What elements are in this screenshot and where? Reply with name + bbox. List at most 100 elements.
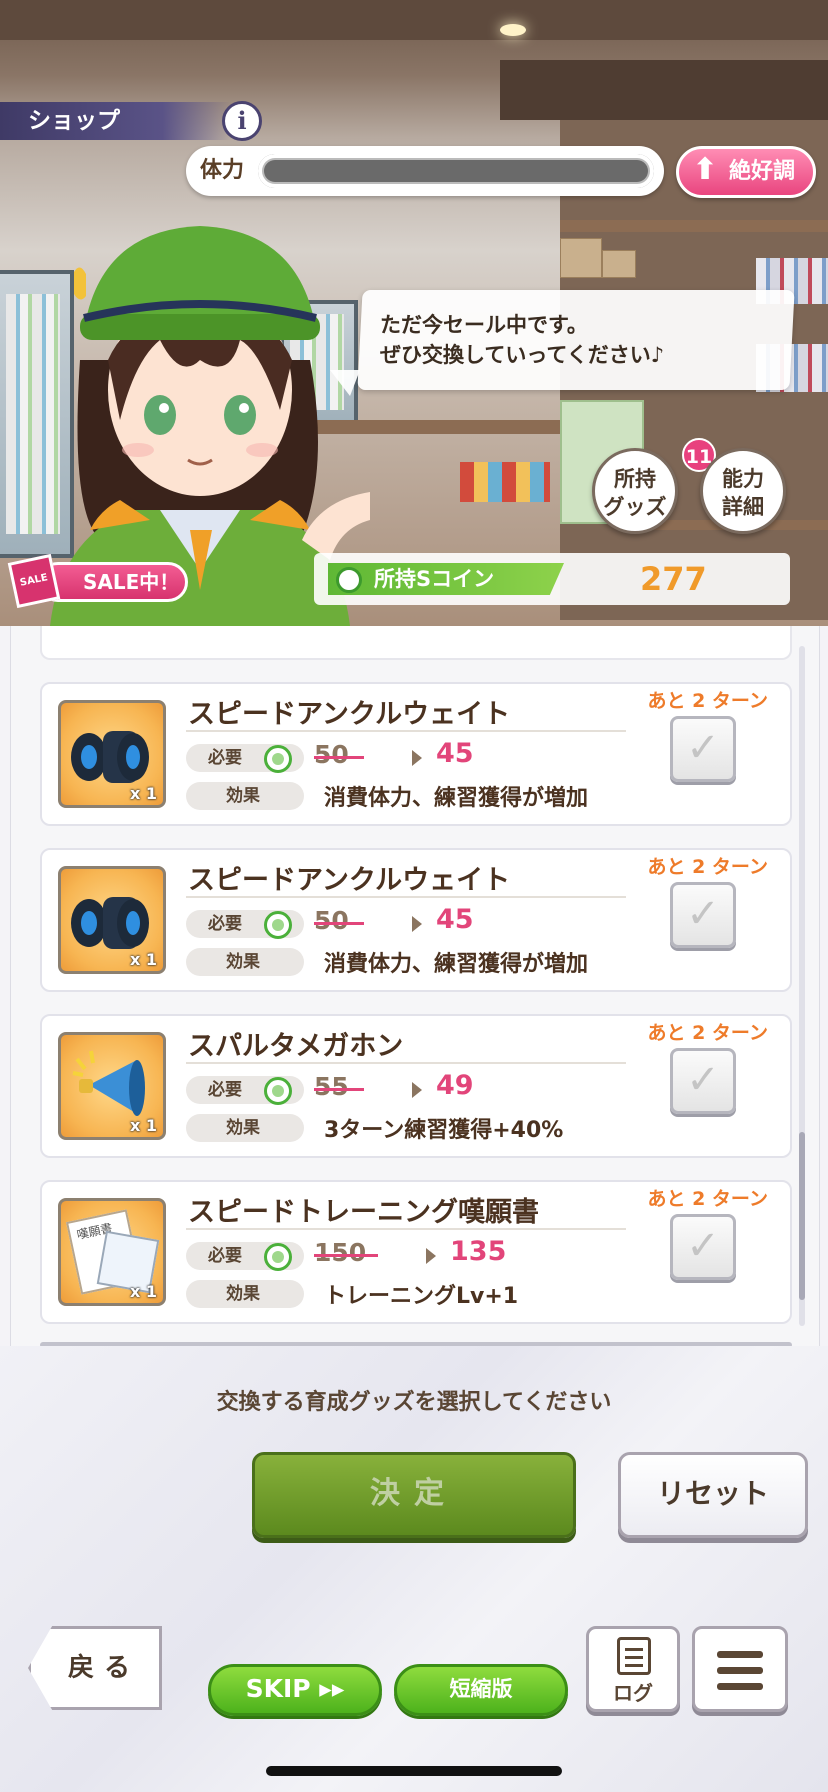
select-checkbox[interactable]: ✓ bbox=[670, 882, 736, 948]
mood-label: 絶好調 bbox=[729, 159, 796, 184]
item-effect: 3ターン練習獲得+40% bbox=[324, 1118, 564, 1143]
skip-button[interactable]: SKIP ▸▸ bbox=[208, 1664, 382, 1716]
remaining-turns: あと 2 ターン bbox=[647, 1022, 768, 1044]
item-name: スパルタメガホン bbox=[188, 1031, 404, 1062]
remaining-turns: あと 2 ターン bbox=[647, 690, 768, 712]
speech-bubble: ただ今セール中です。 ぜひ交換していってください♪ bbox=[357, 290, 795, 390]
select-checkbox[interactable]: ✓ bbox=[670, 1048, 736, 1114]
ceiling-frame bbox=[500, 60, 828, 120]
coin-balance: 所持Sコイン 277 bbox=[314, 553, 790, 605]
ceiling-beam bbox=[0, 0, 828, 40]
cardboard-box bbox=[602, 250, 636, 278]
short-version-button[interactable]: 短縮版 bbox=[394, 1664, 568, 1716]
divider bbox=[186, 1228, 626, 1230]
reset-button[interactable]: リセット bbox=[618, 1452, 808, 1538]
item-effect: 消費体力、練習獲得が増加 bbox=[324, 952, 589, 977]
back-button[interactable]: 戻る bbox=[28, 1626, 162, 1710]
owned-goods-button[interactable]: 所持 グッズ bbox=[592, 448, 678, 534]
remaining-turns: あと 2 ターン bbox=[647, 856, 768, 878]
arrow-right-icon bbox=[412, 1082, 422, 1098]
select-checkbox[interactable]: ✓ bbox=[670, 1214, 736, 1280]
shelf bbox=[560, 220, 828, 232]
scrollbar-thumb[interactable] bbox=[799, 1132, 805, 1300]
confirm-button[interactable]: 決定 bbox=[252, 1452, 576, 1538]
stamina-label: 体力 bbox=[200, 158, 245, 183]
stamina-gauge: 体力 bbox=[186, 146, 664, 196]
arrow-right-icon bbox=[412, 750, 422, 766]
coin-icon bbox=[264, 911, 292, 939]
check-icon: ✓ bbox=[686, 1057, 720, 1103]
price-strikethrough bbox=[314, 756, 364, 759]
ankle-weight-icon bbox=[71, 731, 149, 783]
sale-flag-icon: SALE bbox=[7, 553, 61, 609]
original-price: 50 bbox=[314, 740, 349, 769]
effect-label: 効果 bbox=[186, 782, 304, 810]
arrow-up-icon: ⬆ bbox=[692, 152, 718, 187]
list-item[interactable]: x 1 スパルタメガホン 必要 55 49 効果 3ターン練習獲得+40% あと… bbox=[40, 1014, 792, 1158]
divider bbox=[186, 1062, 626, 1064]
sale-price: 45 bbox=[436, 904, 474, 935]
menu-button[interactable] bbox=[692, 1626, 788, 1712]
log-icon bbox=[617, 1637, 651, 1675]
item-quantity: x 1 bbox=[129, 784, 157, 803]
effect-label: 効果 bbox=[186, 948, 304, 976]
price-strikethrough bbox=[314, 922, 364, 925]
item-name: スピードトレーニング嘆願書 bbox=[188, 1197, 539, 1228]
list-item-partial bbox=[40, 626, 792, 660]
list-item[interactable]: 嘆願書 x 1 スピードトレーニング嘆願書 必要 150 135 効果 トレーニ… bbox=[40, 1180, 792, 1324]
effect-label: 効果 bbox=[186, 1280, 304, 1308]
dialogue-text: ただ今セール中です。 ぜひ交換していってください♪ bbox=[380, 313, 665, 367]
item-thumbnail: x 1 bbox=[58, 700, 166, 808]
info-button[interactable]: i bbox=[222, 101, 262, 141]
arrow-right-icon bbox=[426, 1248, 436, 1264]
arrow-right-icon bbox=[412, 916, 422, 932]
check-icon: ✓ bbox=[686, 1223, 720, 1269]
log-label: ログ bbox=[613, 1681, 653, 1705]
item-quantity: x 1 bbox=[129, 1116, 157, 1135]
select-checkbox[interactable]: ✓ bbox=[670, 716, 736, 782]
item-thumbnail: x 1 bbox=[58, 866, 166, 974]
coin-icon bbox=[336, 567, 362, 593]
list-item[interactable]: x 1 スピードアンクルウェイト 必要 50 45 効果 消費体力、練習獲得が増… bbox=[40, 682, 792, 826]
speech-bubble-tail bbox=[330, 370, 360, 396]
item-name: スピードアンクルウェイト bbox=[188, 865, 511, 896]
log-button[interactable]: ログ bbox=[586, 1626, 680, 1712]
cardboard-box bbox=[560, 238, 602, 278]
sale-badge: SALE中！ SALE bbox=[7, 553, 188, 609]
sale-price: 49 bbox=[436, 1070, 474, 1101]
sale-price: 135 bbox=[450, 1236, 507, 1267]
price-strikethrough bbox=[314, 1088, 364, 1091]
back-label: 戻る bbox=[68, 1653, 141, 1683]
menu-icon bbox=[717, 1651, 763, 1658]
home-indicator[interactable] bbox=[266, 1766, 562, 1776]
item-thumbnail: x 1 bbox=[58, 1032, 166, 1140]
check-icon: ✓ bbox=[686, 891, 720, 937]
ceiling-light bbox=[500, 24, 526, 36]
list-item[interactable]: x 1 スピードアンクルウェイト 必要 50 45 効果 消費体力、練習獲得が増… bbox=[40, 848, 792, 992]
shop-scene: ショップ i 体力 ⬆ 絶好調 ただ今セール中です。 ぜひ交換していってください… bbox=[0, 0, 828, 626]
coin-icon bbox=[264, 1077, 292, 1105]
item-effect: 消費体力、練習獲得が増加 bbox=[324, 786, 589, 811]
menu-icon-line bbox=[717, 1683, 763, 1690]
ability-details-button[interactable]: 能力 詳細 bbox=[700, 448, 786, 534]
item-effect: トレーニングLv+1 bbox=[324, 1284, 519, 1309]
item-thumbnail: 嘆願書 x 1 bbox=[58, 1198, 166, 1306]
coin-icon bbox=[264, 1243, 292, 1271]
stamina-bar bbox=[258, 154, 654, 188]
snack-row bbox=[460, 462, 550, 502]
coin-label: 所持Sコイン bbox=[374, 567, 495, 591]
menu-icon-line bbox=[717, 1667, 763, 1674]
sale-label: SALE中！ bbox=[38, 562, 188, 602]
remaining-turns: あと 2 ターン bbox=[647, 1188, 768, 1210]
check-icon: ✓ bbox=[686, 725, 720, 771]
coin-icon bbox=[264, 745, 292, 773]
item-quantity: x 1 bbox=[129, 1282, 157, 1301]
item-quantity: x 1 bbox=[129, 950, 157, 969]
original-price: 55 bbox=[314, 1072, 349, 1101]
mood-indicator[interactable]: ⬆ 絶好調 bbox=[676, 146, 816, 198]
effect-label: 効果 bbox=[186, 1114, 304, 1142]
item-name: スピードアンクルウェイト bbox=[188, 699, 511, 730]
coin-value: 277 bbox=[640, 560, 707, 598]
megaphone-icon bbox=[72, 1050, 145, 1116]
original-price: 150 bbox=[314, 1238, 367, 1267]
